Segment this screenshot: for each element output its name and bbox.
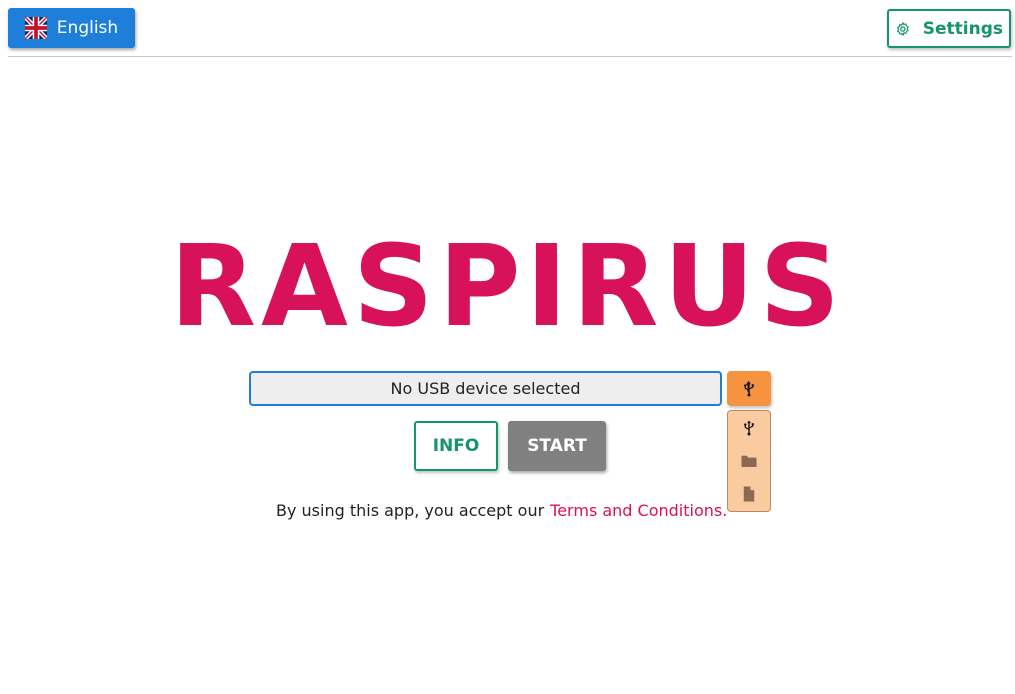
usb-icon — [744, 420, 754, 436]
info-button[interactable]: INFO — [414, 421, 498, 471]
settings-button[interactable]: Settings — [887, 9, 1011, 48]
app-title: RASPIRUS — [169, 222, 846, 352]
dropdown-item-file[interactable] — [728, 479, 770, 509]
terms-text: By using this app, you accept our — [276, 501, 545, 520]
terms-notice: By using this app, you accept our Terms a… — [276, 501, 727, 520]
file-icon — [743, 486, 755, 502]
uk-flag-icon — [24, 17, 47, 39]
device-field-text: No USB device selected — [390, 379, 581, 398]
settings-label: Settings — [922, 18, 1003, 39]
start-button[interactable]: START — [508, 421, 606, 471]
language-button[interactable]: English — [8, 8, 135, 48]
usb-mode-button[interactable] — [727, 371, 771, 406]
dropdown-item-folder[interactable] — [728, 446, 770, 476]
dropdown-item-usb[interactable] — [728, 413, 770, 443]
language-label: English — [56, 18, 119, 38]
folder-icon — [741, 455, 757, 467]
usb-icon — [744, 380, 754, 396]
scan-mode-dropdown — [727, 410, 771, 512]
header-divider — [8, 56, 1012, 57]
app-window: English Settings RASPIRUS No USB device … — [0, 0, 1015, 694]
gear-icon — [897, 21, 909, 36]
device-selector-field[interactable]: No USB device selected — [249, 371, 722, 406]
terms-link[interactable]: Terms and Conditions. — [550, 501, 727, 520]
